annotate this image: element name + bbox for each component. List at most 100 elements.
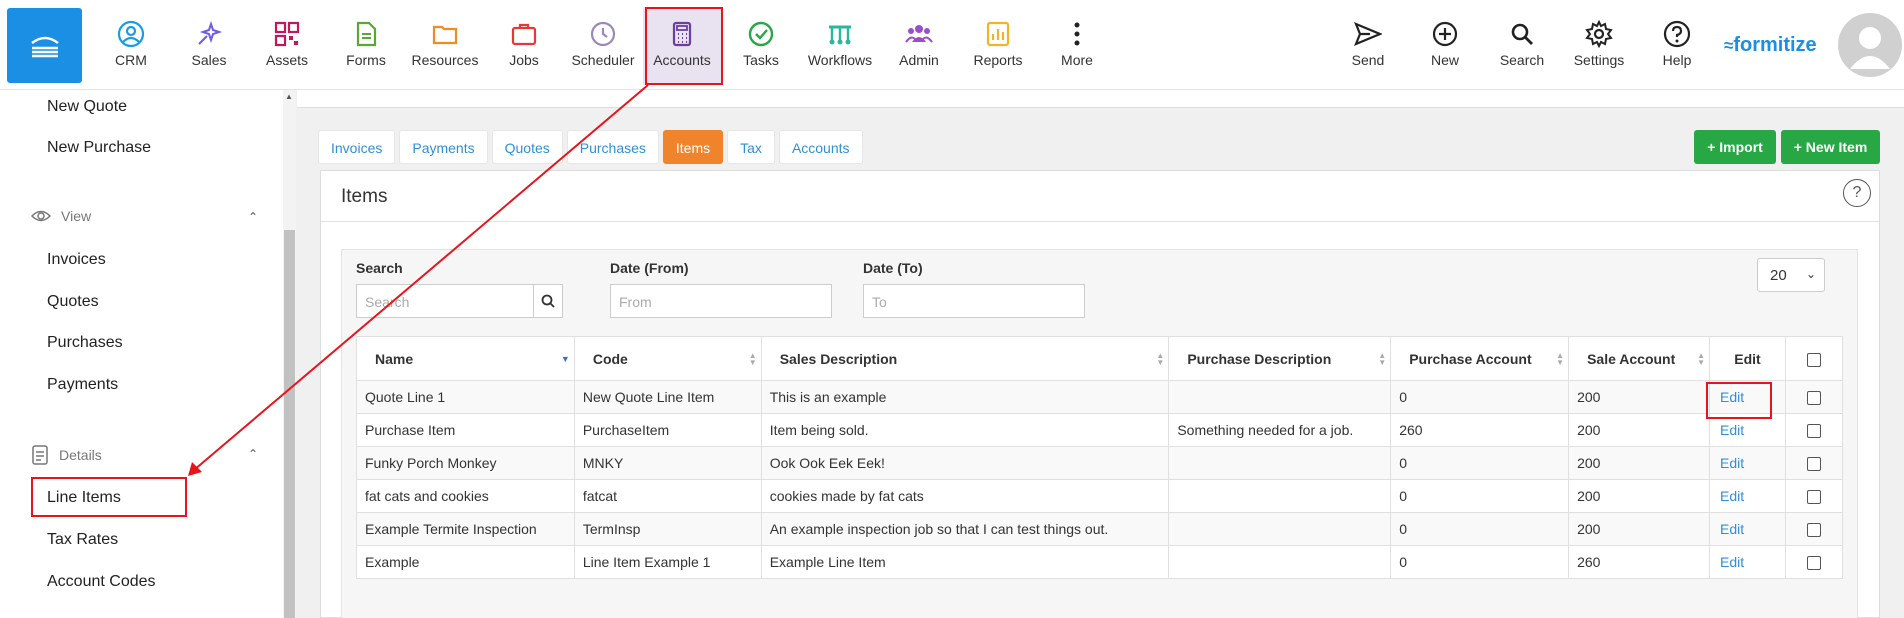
sort-icon[interactable]: ▲ ▼ <box>1556 352 1564 367</box>
column-header-name[interactable]: Name ▼ <box>356 336 575 381</box>
sidebar-link-quotes[interactable]: Quotes <box>47 293 99 311</box>
cell-sales-description: An example inspection job so that I can … <box>760 512 1170 546</box>
cell-purchase-description <box>1168 512 1392 546</box>
page-size-select[interactable]: 20 ⌄ <box>1757 258 1825 292</box>
sort-icon[interactable]: ▲ ▼ <box>749 352 757 367</box>
nav-item-reports[interactable]: Reports <box>959 14 1037 76</box>
items-table: Name ▼ Code ▲ ▼ Sales Description ▲ ▼ Purchas… <box>356 336 1844 579</box>
sidebar-section-view[interactable]: View <box>31 208 91 224</box>
nav-item-assets[interactable]: Assets <box>248 14 326 76</box>
nav-item-settings[interactable]: Settings <box>1560 14 1638 76</box>
edit-link[interactable]: Edit <box>1720 488 1744 504</box>
help-icon[interactable]: ? <box>1843 179 1871 207</box>
tab-payments[interactable]: Payments <box>399 130 488 164</box>
nav-item-new[interactable]: New <box>1406 14 1484 76</box>
highlight-edit <box>1706 382 1772 419</box>
tab-accounts[interactable]: Accounts <box>778 130 863 164</box>
tab-purchases[interactable]: Purchases <box>566 130 659 164</box>
cell-sales-description: cookies made by fat cats <box>760 479 1170 513</box>
sort-desc-icon[interactable]: ▼ <box>561 355 570 364</box>
column-header-code[interactable]: Code ▲ ▼ <box>573 336 762 381</box>
cell-sales-description: Example Line Item <box>760 545 1170 579</box>
sidebar-link-purchases[interactable]: Purchases <box>47 334 123 352</box>
import-button[interactable]: + Import <box>1694 130 1776 164</box>
sidebar-scrollbar[interactable]: ▲ <box>283 90 296 618</box>
sidebar-section-details[interactable]: Details <box>31 445 102 465</box>
formitize-logo[interactable]: ≈formitize <box>1724 34 1817 57</box>
date-to-input[interactable]: To <box>863 284 1085 318</box>
chevron-up-icon[interactable]: ⌃ <box>248 210 258 224</box>
tab-quotes[interactable]: Quotes <box>491 130 563 164</box>
sidebar-link-new-quote[interactable]: New Quote <box>47 98 127 116</box>
row-checkbox[interactable] <box>1806 457 1821 472</box>
nav-item-tasks[interactable]: Tasks <box>722 14 800 76</box>
page-size-value: 20 <box>1770 267 1787 284</box>
sort-icon[interactable]: ▲ ▼ <box>1156 352 1164 367</box>
tab-invoices[interactable]: Invoices <box>318 130 396 164</box>
sidebar-link-tax-rates[interactable]: Tax Rates <box>47 531 118 549</box>
cell-name: Example <box>356 545 575 579</box>
search-button[interactable] <box>533 284 563 318</box>
row-checkbox[interactable] <box>1806 523 1821 538</box>
sort-icon[interactable]: ▲ ▼ <box>1378 352 1386 367</box>
search-input[interactable]: Search <box>356 284 534 318</box>
column-header-purchase-account[interactable]: Purchase Account ▲ ▼ <box>1390 336 1570 381</box>
nav-item-workflows[interactable]: Workflows <box>801 14 879 76</box>
row-checkbox[interactable] <box>1806 490 1821 505</box>
cell-purchase-account: 0 <box>1390 545 1570 579</box>
tab-items[interactable]: Items <box>662 130 724 164</box>
new-item-button[interactable]: + New Item <box>1781 130 1880 164</box>
row-checkbox[interactable] <box>1806 391 1821 406</box>
nav-item-more[interactable]: More <box>1038 14 1116 76</box>
nav-item-resources[interactable]: Resources <box>406 14 484 76</box>
cell-code: New Quote Line Item <box>573 380 762 414</box>
nav-item-jobs[interactable]: Jobs <box>485 14 563 76</box>
column-header-label: Sale Account <box>1587 350 1676 367</box>
top-navigation-bar: CRM Sales Assets Forms Resources Jobs Schedule… <box>0 0 1904 90</box>
scrollbar-thumb[interactable] <box>284 230 295 618</box>
row-checkbox[interactable] <box>1806 556 1821 571</box>
gear-icon <box>1560 20 1638 48</box>
nav-item-search[interactable]: Search <box>1483 14 1561 76</box>
column-header-purchase-description[interactable]: Purchase Description ▲ ▼ <box>1168 336 1392 381</box>
select-all-checkbox[interactable] <box>1806 352 1821 367</box>
edit-link[interactable]: Edit <box>1720 455 1744 471</box>
cell-name: Quote Line 1 <box>356 380 575 414</box>
nav-item-sales[interactable]: Sales <box>170 14 248 76</box>
column-header-sales-description[interactable]: Sales Description ▲ ▼ <box>760 336 1170 381</box>
tab-tax[interactable]: Tax <box>727 130 775 164</box>
sidebar-link-account-codes[interactable]: Account Codes <box>47 573 156 591</box>
nav-item-admin[interactable]: Admin <box>880 14 958 76</box>
date-from-input[interactable]: From <box>610 284 832 318</box>
nav-item-scheduler[interactable]: Scheduler <box>564 14 642 76</box>
nav-item-label: Assets <box>265 52 308 68</box>
cell-select <box>1784 479 1844 513</box>
row-checkbox[interactable] <box>1806 424 1821 439</box>
edit-link[interactable]: Edit <box>1720 521 1744 537</box>
column-header-sale-account[interactable]: Sale Account ▲ ▼ <box>1568 336 1711 381</box>
search-icon <box>1483 20 1561 48</box>
nav-item-send[interactable]: Send <box>1329 14 1407 76</box>
search-label: Search <box>356 260 403 276</box>
user-avatar[interactable] <box>1838 13 1902 77</box>
cell-name: Funky Porch Monkey <box>356 446 575 480</box>
sidebar-link-invoices[interactable]: Invoices <box>47 251 106 269</box>
sidebar-link-payments[interactable]: Payments <box>47 376 118 394</box>
scroll-up-icon[interactable]: ▲ <box>285 92 293 101</box>
edit-link[interactable]: Edit <box>1720 554 1744 570</box>
sort-icon[interactable]: ▲ ▼ <box>1697 352 1705 367</box>
date-from-label: Date (From) <box>610 260 689 276</box>
chevron-up-icon[interactable]: ⌃ <box>248 447 258 461</box>
column-header-label: Sales Description <box>779 350 898 367</box>
edit-link[interactable]: Edit <box>1720 422 1744 438</box>
nav-item-help[interactable]: Help <box>1638 14 1716 76</box>
table-row: Quote Line 1 New Quote Line Item This is a… <box>356 380 1844 414</box>
home-button[interactable] <box>7 8 82 83</box>
nav-item-label: Jobs <box>509 52 539 68</box>
cell-name: Example Termite Inspection <box>356 512 575 546</box>
sidebar-link-new-purchase[interactable]: New Purchase <box>47 139 151 157</box>
nav-item-label: Admin <box>899 52 939 68</box>
nav-item-crm[interactable]: CRM <box>92 14 170 76</box>
nav-item-label: Help <box>1662 52 1692 68</box>
nav-item-forms[interactable]: Forms <box>327 14 405 76</box>
